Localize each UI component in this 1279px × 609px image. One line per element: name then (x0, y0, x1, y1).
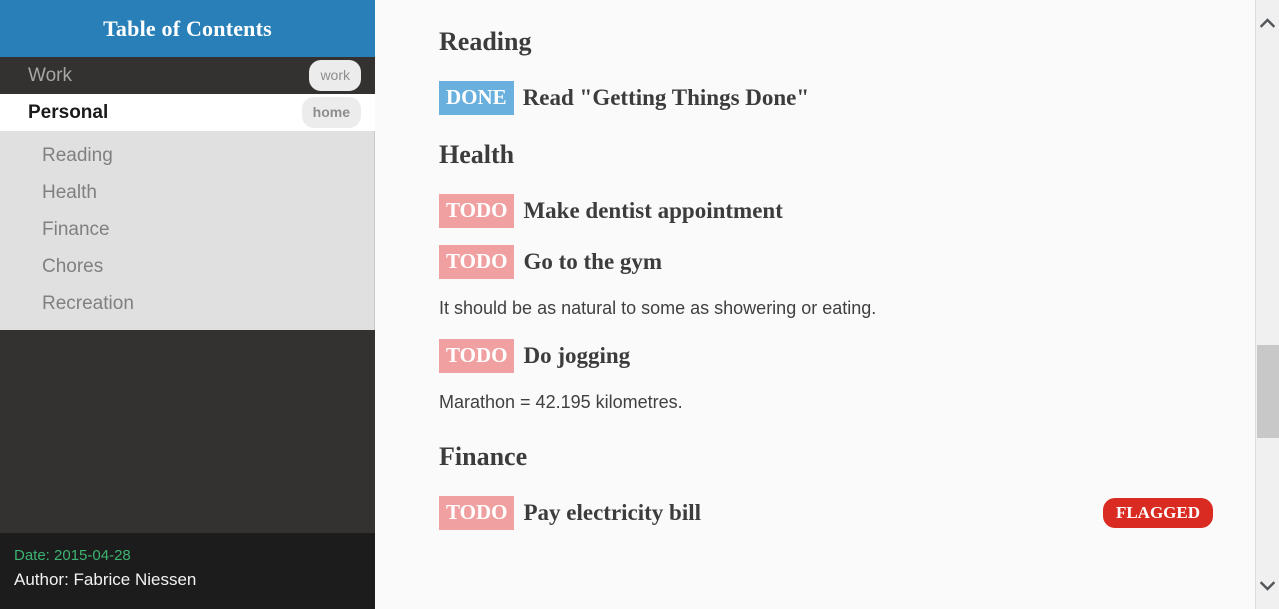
vertical-scrollbar[interactable] (1255, 0, 1279, 609)
toc-item-tag[interactable]: home (301, 97, 361, 128)
task-title: Go to the gym (523, 249, 663, 274)
scrollbar-thumb[interactable] (1257, 345, 1279, 438)
task-keyword-badge[interactable]: TODO (439, 245, 515, 279)
task-item[interactable]: TODO Do jogging (439, 339, 1239, 373)
toc-header: Table of Contents (0, 0, 375, 57)
sidebar-footer: Date: 2015-04-28 Author: Fabrice Niessen (0, 533, 375, 609)
paragraph: Marathon = 42.195 kilometres. (439, 392, 683, 412)
task-title: Pay electricity bill (523, 500, 702, 525)
toc-item-label: Personal (28, 101, 109, 123)
toc-subitem-finance[interactable]: Finance (0, 211, 374, 248)
sidebar-filler (0, 330, 375, 533)
paragraph: It should be as natural to some as showe… (439, 298, 877, 318)
main-content: Reading DONE Read "Getting Things Done" Hea… (375, 0, 1279, 609)
toc-item-label: Work (28, 64, 72, 86)
toc-subitem-label: Finance (42, 218, 110, 240)
section-heading: Health (439, 140, 515, 169)
toc-subitem-label: Health (42, 181, 97, 203)
toc-subitem-reading[interactable]: Reading (0, 137, 374, 174)
task-title: Do jogging (523, 343, 631, 368)
toc-subitem-chores[interactable]: Chores (0, 248, 374, 285)
document-body: Reading DONE Read "Getting Things Done" Hea… (375, 0, 1279, 530)
toc-subitem-health[interactable]: Health (0, 174, 374, 211)
task-keyword-badge[interactable]: TODO (439, 339, 515, 373)
toc-subitem-label: Chores (42, 255, 104, 277)
task-item[interactable]: TODO Go to the gym (439, 245, 1239, 279)
task-keyword-badge[interactable]: TODO (439, 194, 515, 228)
toc-subitem-label: Recreation (42, 292, 134, 314)
toc-subitem-label: Reading (42, 144, 113, 166)
toc-header-title: Table of Contents (103, 15, 272, 41)
task-keyword-badge[interactable]: TODO (439, 496, 515, 530)
footer-date: Date: 2015-04-28 (14, 547, 131, 564)
task-item[interactable]: DONE Read "Getting Things Done" (439, 81, 1239, 115)
toc-item-work[interactable]: Work work (0, 57, 375, 94)
toc-top-level-list: Work work Personal home (0, 57, 375, 131)
footer-author: Author: Fabrice Niessen (14, 570, 197, 589)
section-heading: Finance (439, 442, 528, 471)
task-title: Make dentist appointment (523, 198, 783, 223)
toc-subitem-recreation[interactable]: Recreation (0, 285, 374, 322)
chevron-up-icon[interactable] (1256, 8, 1279, 38)
flagged-badge[interactable]: FLAGGED (1102, 498, 1213, 528)
task-item[interactable]: TODO Pay electricity bill FLAGGED (439, 496, 1239, 530)
toc-sub-list: Reading Health Finance Chores Recreation (0, 131, 375, 330)
task-title: Read "Getting Things Done" (522, 85, 810, 110)
chevron-down-icon[interactable] (1256, 571, 1279, 601)
toc-item-tag[interactable]: work (309, 60, 361, 91)
task-keyword-badge[interactable]: DONE (439, 81, 514, 115)
sidebar: Table of Contents Work work Personal home R… (0, 0, 375, 609)
app-root: Table of Contents Work work Personal home R… (0, 0, 1279, 609)
toc-item-personal[interactable]: Personal home (0, 94, 375, 131)
section-heading: Reading (439, 27, 532, 56)
task-item[interactable]: TODO Make dentist appointment (439, 194, 1239, 228)
